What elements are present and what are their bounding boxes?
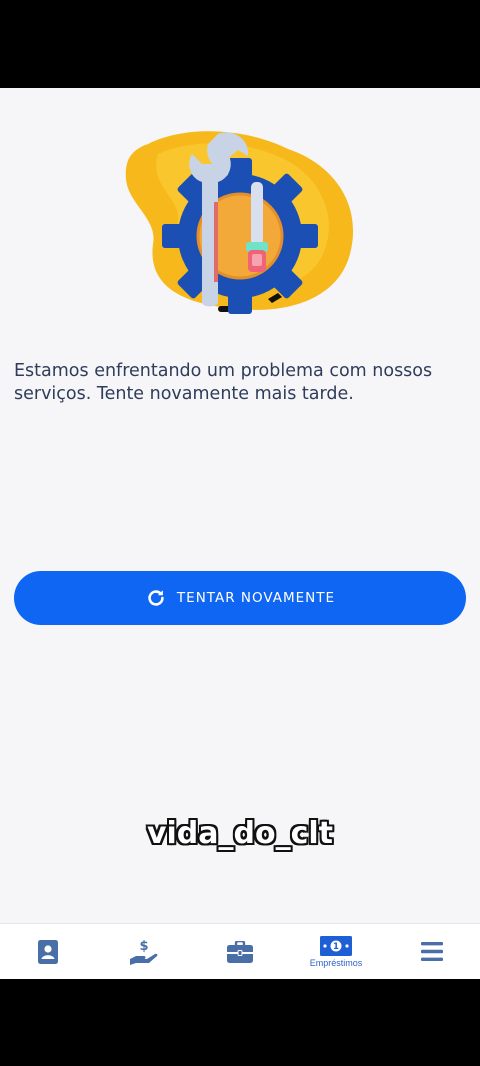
app-screen: Estamos enfrentando um problema com noss… [0,88,480,979]
svg-text:$: $ [139,939,148,954]
retry-button-label: TENTAR NOVAMENTE [176,590,336,606]
nav-item-payments[interactable]: $ [96,924,192,979]
maintenance-illustration [118,124,362,320]
money-bill-icon: 1 [320,935,352,956]
nav-label-emprestimos: Empréstimos [309,957,363,968]
nav-item-emprestimos[interactable]: 1 Empréstimos [288,924,384,979]
nav-item-profile[interactable] [0,924,96,979]
bottom-navigation: $ 1 Empréstimos [0,923,480,979]
svg-text:1: 1 [333,942,339,952]
watermark-text: vida_do_clt [146,816,334,851]
briefcase-icon [227,940,253,963]
menu-icon [421,942,443,961]
error-message: Estamos enfrentando um problema com noss… [14,361,433,404]
nav-item-menu[interactable] [384,924,480,979]
retry-button[interactable]: TENTAR NOVAMENTE [14,571,466,625]
contact-card-icon [38,939,58,964]
hand-dollar-icon: $ [129,939,159,965]
refresh-icon [145,587,167,609]
nav-item-work[interactable] [192,924,288,979]
